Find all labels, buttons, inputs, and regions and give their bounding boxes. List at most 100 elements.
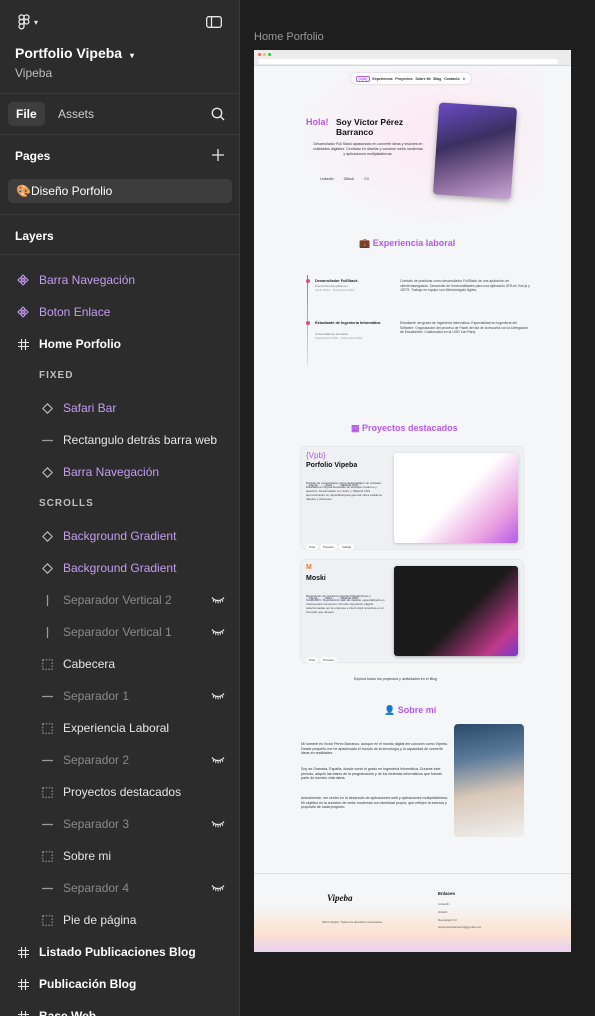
project-logo: M	[306, 564, 312, 571]
hidden-eye-icon[interactable]	[210, 819, 226, 829]
layers-title: Layers	[15, 229, 54, 243]
layer-label: Cabecera	[63, 657, 116, 671]
nav-item: Proyectos	[395, 76, 413, 81]
layer-item-listado-publicaciones-blog[interactable]: Listado Publicaciones Blog	[0, 936, 240, 968]
about-p1: Mi nombre es Víctor Pérez Barranco, aunq…	[301, 742, 448, 756]
footer-link: victorperezbarranco@gmail.com	[438, 925, 482, 929]
about-p3: Actualmente, me centro en el desarrollo …	[301, 796, 449, 810]
left-sidebar: ▾ Portfolio Vipeba ▾ Vipeba File Assets …	[0, 0, 240, 1016]
home-porfolio-frame[interactable]: {vpb} Experiencia Proyectos Sobre Mí Blo…	[254, 50, 571, 952]
toggle-sidebar-icon[interactable]	[205, 14, 223, 30]
layer-label: Proyectos destacados	[63, 785, 182, 799]
job-role: Desarrollador FullStack	[315, 279, 358, 283]
hidden-eye-icon[interactable]	[210, 755, 226, 765]
layer-item-base-web[interactable]: Base Web	[0, 1000, 240, 1016]
layer-label: Home Porfolio	[39, 337, 122, 351]
layer-item-safari-bar[interactable]: Safari Bar	[0, 392, 240, 424]
vline-icon	[40, 593, 54, 607]
timeline-line	[307, 275, 308, 365]
hidden-eye-icon[interactable]	[210, 883, 226, 893]
layer-item-cabecera[interactable]: Cabecera	[0, 648, 240, 680]
footer-copy: 2024 Vipeba. Todos los derechos reservad…	[322, 920, 383, 924]
layer-item-separador-4[interactable]: Separador 4	[0, 872, 240, 904]
frame-icon	[16, 1009, 30, 1016]
projects-title: ▦ Proyectos destacados	[351, 423, 458, 433]
search-icon[interactable]	[210, 106, 226, 122]
add-page-icon[interactable]	[210, 147, 226, 163]
instance-icon	[40, 529, 54, 543]
layer-item-separador-2[interactable]: Separador 2	[0, 744, 240, 776]
layer-label: Separador Vertical 1	[63, 625, 172, 639]
canvas[interactable]: Home Porfolio {vpb} Experiencia Proyecto…	[241, 0, 595, 1016]
about-photo	[454, 724, 524, 837]
nav-item: Sobre Mí	[415, 76, 431, 81]
layer-item-separador-3[interactable]: Separador 3	[0, 808, 240, 840]
layer-item-home-porfolio[interactable]: Home Porfolio	[0, 328, 240, 360]
line-icon	[40, 689, 54, 703]
code-button: Código	[338, 544, 355, 550]
layer-label: Separador 3	[63, 817, 130, 831]
section-icon	[40, 657, 54, 671]
layer-item-separador-vertical-1[interactable]: Separador Vertical 1	[0, 616, 240, 648]
section-icon	[40, 721, 54, 735]
nav-item: Contacto	[444, 76, 460, 81]
hidden-eye-icon[interactable]	[210, 595, 226, 605]
layer-label: Rectangulo detrás barra web	[63, 433, 218, 447]
layer-item-separador-1[interactable]: Separador 1	[0, 680, 240, 712]
hidden-eye-icon[interactable]	[210, 627, 226, 637]
vline-icon	[40, 625, 54, 639]
instance-icon	[40, 401, 54, 415]
hero-desc: Desarrollador Full Stack apasionado en c…	[313, 142, 423, 156]
layer-item-background-gradient[interactable]: Background Gradient	[0, 520, 240, 552]
frame-icon	[16, 337, 30, 351]
tab-assets[interactable]: Assets	[50, 102, 102, 126]
layer-item-rectangulo-detras-barra-web[interactable]: Rectangulo detrás barra web	[0, 424, 240, 456]
layer-item-experiencia-laboral[interactable]: Experiencia Laboral	[0, 712, 240, 744]
hero-links: LinkedIn Github CV	[320, 177, 369, 181]
address-bar	[258, 59, 558, 64]
tab-file[interactable]: File	[8, 102, 45, 126]
hidden-eye-icon[interactable]	[210, 691, 226, 701]
layer-item-boton-enlace[interactable]: Boton Enlace	[0, 296, 240, 328]
layer-label: Boton Enlace	[39, 305, 111, 319]
layer-label: Barra Navegación	[63, 465, 160, 479]
layer-item-proyectos-destacados[interactable]: Proyectos destacados	[0, 776, 240, 808]
line-icon	[40, 753, 54, 767]
layer-item-background-gradient[interactable]: Background Gradient	[0, 552, 240, 584]
layer-label: Pie de página	[63, 913, 137, 927]
instance-icon	[40, 465, 54, 479]
cv-link: CV	[364, 177, 370, 181]
layer-item-barra-navegacion[interactable]: Barra Navegación	[0, 456, 240, 488]
project-name[interactable]: Portfolio Vipeba ▾	[15, 45, 134, 61]
layer-item-barra-navegacion[interactable]: Barra Navegación	[0, 264, 240, 296]
line-icon	[40, 433, 54, 447]
job-dates: Septiembre 2019 – Diciembre 2024	[315, 336, 363, 340]
project-name: Porfolio Vipeba	[306, 462, 358, 469]
layer-group-label: FIXED	[39, 370, 74, 381]
layer-item-sobre-mi[interactable]: Sobre mi	[0, 840, 240, 872]
film-icon: ▦	[351, 423, 360, 433]
layer-label: Safari Bar	[63, 401, 117, 415]
frame-label[interactable]: Home Porfolio	[254, 31, 324, 43]
figma-menu-icon[interactable]: ▾	[14, 13, 42, 31]
layer-label: Sobre mi	[63, 849, 112, 863]
layer-label: Experiencia Laboral	[63, 721, 170, 735]
nav-item: Blog	[433, 76, 442, 81]
layer-group-label: SCROLLS	[39, 498, 94, 509]
layer-item-publicacion-blog[interactable]: Publicación Blog	[0, 968, 240, 1000]
layer-item-pie-de-pagina[interactable]: Pie de página	[0, 904, 240, 936]
divider	[0, 254, 240, 255]
footer-link: GitHub	[438, 910, 448, 914]
job-desc: Estudiante del grado de Ingeniería Infor…	[400, 321, 528, 334]
footer-links-title: Enlaces	[438, 891, 456, 896]
job-dates: Junio 2024 – Diciembre 2024	[315, 288, 355, 292]
layer-item-separador-vertical-2[interactable]: Separador Vertical 2	[0, 584, 240, 616]
timeline-dot	[305, 321, 310, 325]
team-name: Vipeba	[15, 66, 53, 80]
page-item-diseno-porfolio[interactable]: 🎨Diseño Porfolio	[8, 179, 232, 203]
divider	[0, 93, 240, 94]
window-controls	[258, 53, 271, 56]
github-link: Github	[343, 177, 355, 181]
instance-icon	[40, 561, 54, 575]
nav-logo: {vpb}	[356, 75, 370, 82]
